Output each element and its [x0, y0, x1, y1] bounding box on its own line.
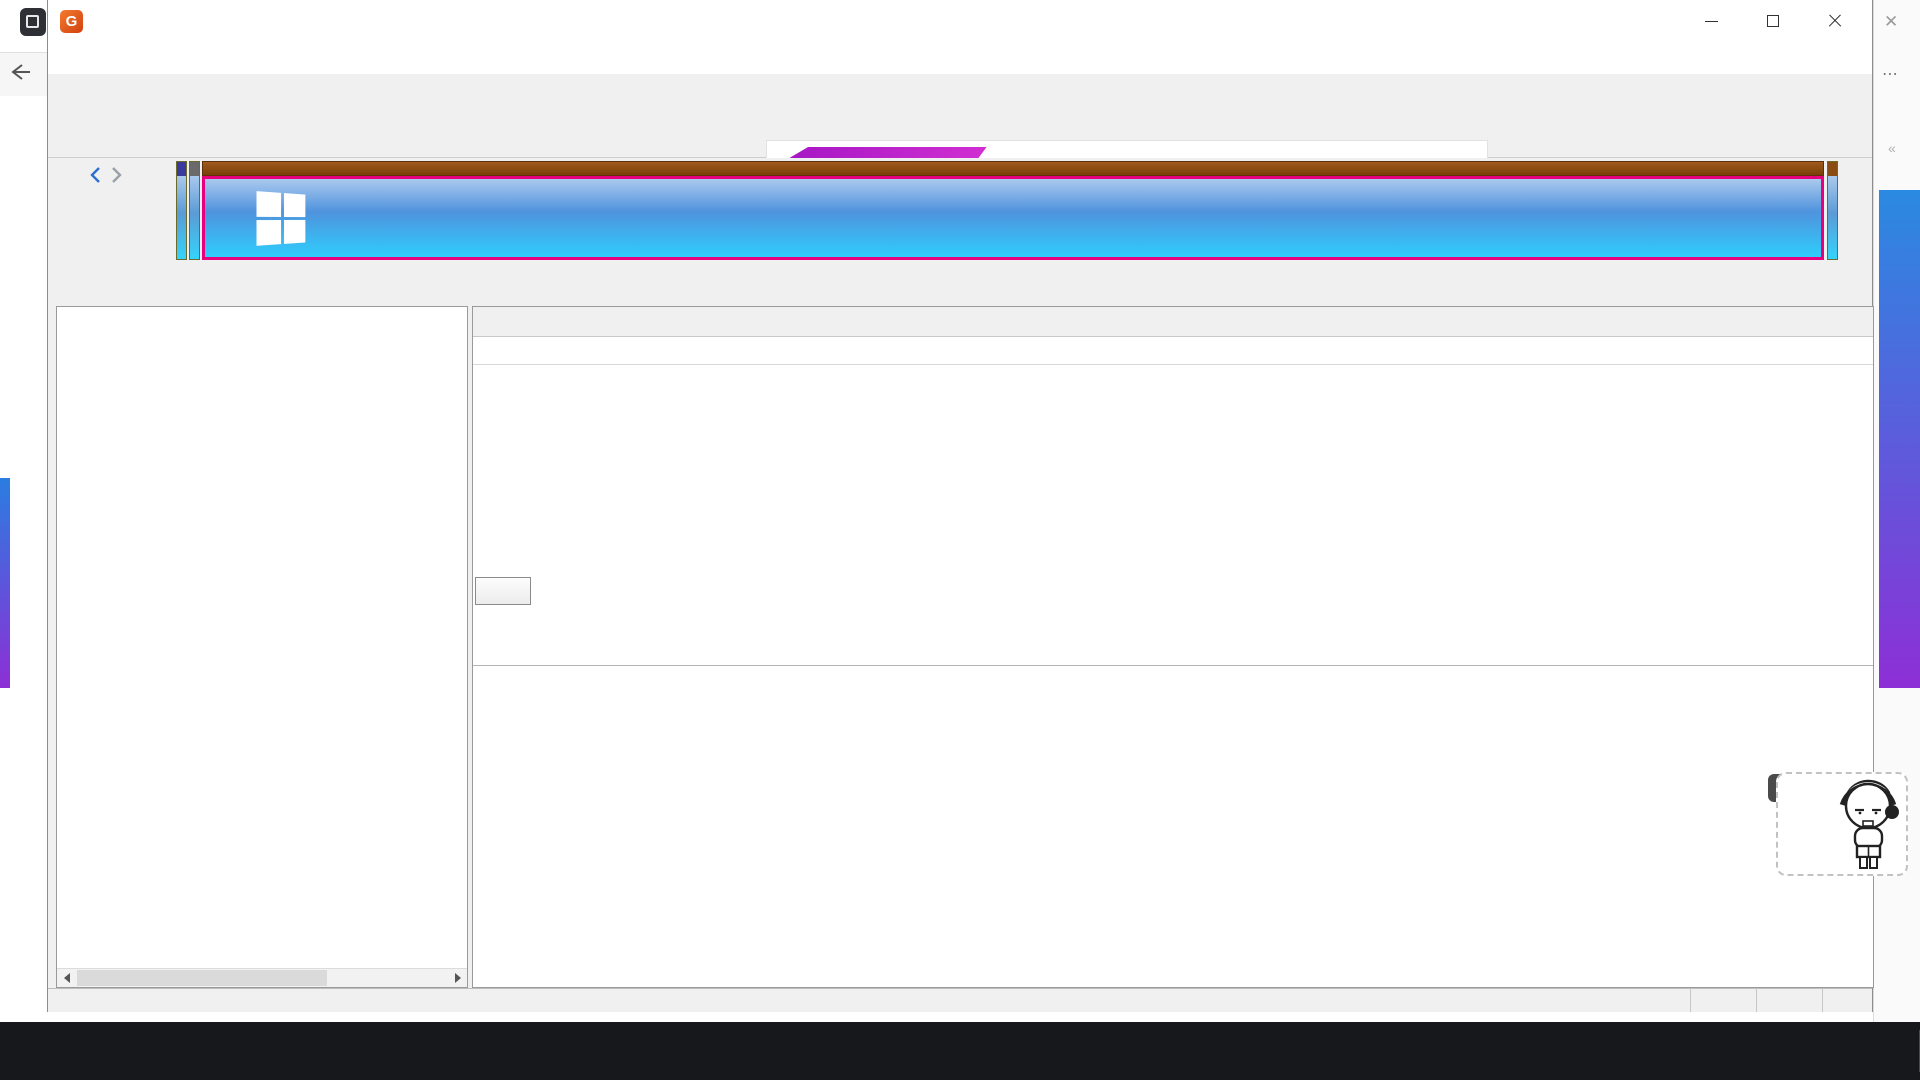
background-gradient-strip — [1879, 190, 1920, 688]
numlock-indicator — [1756, 989, 1822, 1012]
background-app-icon — [20, 8, 46, 36]
maximize-button[interactable] — [1742, 0, 1804, 42]
partition-block-msr[interactable] — [189, 161, 200, 260]
title-bar: G — [48, 0, 1872, 42]
scroll-right-icon[interactable] — [448, 969, 467, 987]
minimize-button[interactable] — [1680, 0, 1742, 42]
partition-block-re-tools[interactable] — [1827, 161, 1838, 260]
partition-guid-row — [473, 668, 1873, 690]
nav-right-icon[interactable] — [110, 166, 124, 184]
menu-bar — [48, 42, 1872, 74]
analyze-button[interactable] — [475, 577, 531, 605]
partition-block-windows-c[interactable] — [202, 161, 1824, 260]
background-window-left — [0, 0, 47, 1022]
disk-overview-panel — [48, 158, 1872, 266]
windows-logo-icon — [256, 191, 306, 247]
diskgenius-logo-icon: G — [60, 10, 83, 33]
disk-tree-panel — [56, 306, 468, 988]
close-button[interactable] — [1804, 0, 1866, 42]
partition-block-esp[interactable] — [176, 161, 187, 260]
status-bar — [48, 988, 1872, 1012]
background-gradient-strip — [0, 478, 10, 688]
scroll-left-icon[interactable] — [57, 969, 76, 987]
scrollbar-thumb[interactable] — [77, 970, 327, 986]
diskgenius-window: G — [47, 0, 1873, 1012]
horizontal-scrollbar[interactable] — [57, 968, 467, 987]
back-arrow-icon[interactable] — [9, 63, 31, 86]
ime-mascot-image — [1836, 776, 1902, 875]
partition-detail-panel — [472, 306, 1874, 988]
nav-left-icon[interactable] — [88, 166, 102, 184]
table-header — [473, 337, 1873, 365]
taskbar — [0, 1022, 1920, 1080]
toolbar — [48, 74, 1872, 158]
caps-indicator — [1690, 989, 1756, 1012]
background-chevron-icon: « — [1888, 140, 1896, 156]
background-more-icon[interactable]: ⋯ — [1882, 64, 1900, 84]
disk-info-line — [56, 270, 1866, 296]
ime-status-widget[interactable] — [1776, 772, 1908, 876]
background-close-icon[interactable]: ✕ — [1884, 12, 1898, 32]
